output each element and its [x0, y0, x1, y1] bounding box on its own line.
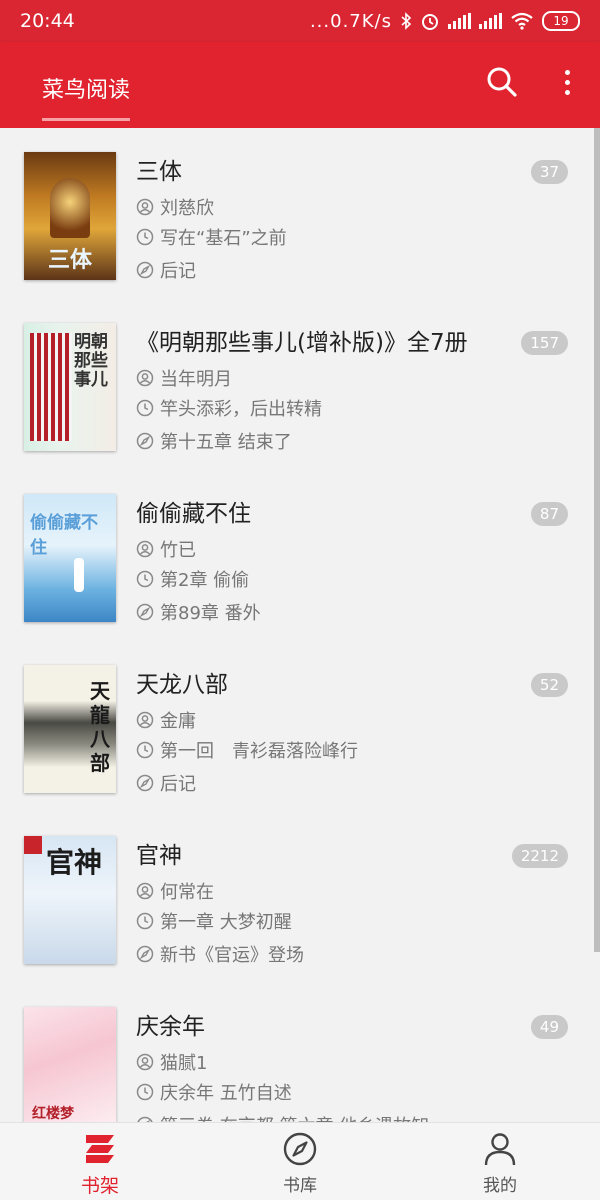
- signal-icon: [448, 13, 471, 29]
- person-icon: [136, 711, 154, 729]
- wifi-icon: [511, 12, 533, 30]
- status-time: 20:44: [20, 10, 75, 32]
- compass-icon: [136, 774, 154, 792]
- bookshelf-list[interactable]: 三体 三体 刘慈欣 写在“基石”之前 后记 37 明朝那些事儿 《明朝那些事儿(…: [0, 128, 600, 1122]
- book-cover: 红楼梦: [24, 1007, 116, 1122]
- book-cover: 官神: [24, 836, 116, 964]
- book-recent-chapter: 第一章 大梦初醒: [136, 908, 292, 934]
- person-icon: [484, 1133, 516, 1166]
- signal-icon: [479, 13, 502, 29]
- person-icon: [136, 882, 154, 900]
- nav-label: 我的: [483, 1176, 517, 1196]
- cover-title: 红楼梦: [32, 1106, 74, 1122]
- person-icon: [136, 198, 154, 216]
- book-cover: 天龍八部: [24, 665, 116, 793]
- nav-library[interactable]: 书库: [200, 1123, 400, 1200]
- book-item[interactable]: 红楼梦 庆余年 猫腻1 庆余年 五竹自述 第三卷 在京都 第六章 他乡遇故知 4…: [0, 983, 592, 1122]
- book-latest-chapter: 后记: [136, 770, 196, 796]
- status-indicators: ...0.7K/s 19: [310, 11, 580, 32]
- clock-icon: [136, 1083, 154, 1101]
- book-author: 金庸: [136, 707, 196, 733]
- book-item[interactable]: 偷偷藏不住 偷偷藏不住 竹已 第2章 偷偷 第89章 番外 87: [0, 470, 592, 641]
- book-author: 竹已: [136, 536, 196, 562]
- cover-title: 天龍八部: [90, 679, 110, 775]
- alarm-icon: [422, 14, 438, 30]
- book-recent-chapter: 庆余年 五竹自述: [136, 1079, 292, 1105]
- bluetooth-icon: [401, 12, 412, 30]
- book-title: 三体: [136, 159, 182, 185]
- unread-count-badge: 52: [530, 673, 568, 697]
- unread-count-badge: 87: [530, 502, 568, 526]
- book-latest-chapter: 第三卷 在京都 第六章 他乡遇故知: [136, 1112, 429, 1122]
- clock-icon: [136, 228, 154, 246]
- cover-title: 三体: [47, 247, 92, 273]
- nav-label: 书架: [80, 1175, 119, 1197]
- bottom-navigation: 书架 书库 我的: [0, 1122, 600, 1200]
- unread-count-badge: 49: [530, 1015, 568, 1039]
- book-author: 何常在: [136, 878, 214, 904]
- clock-icon: [136, 570, 154, 588]
- book-title: 官神: [136, 843, 182, 869]
- book-title: 天龙八部: [136, 672, 228, 698]
- compass-icon: [136, 432, 154, 450]
- book-title: 《明朝那些事儿(增补版)》全7册: [136, 330, 468, 356]
- book-latest-chapter: 第十五章 结束了: [136, 428, 292, 454]
- status-bar: 20:44 ...0.7K/s 19: [0, 0, 600, 42]
- app-bar: 菜鸟阅读: [0, 42, 600, 128]
- book-latest-chapter: 后记: [136, 257, 196, 283]
- unread-count-badge: 157: [521, 331, 568, 355]
- cover-title: 官神: [46, 846, 103, 879]
- more-vert-icon: [564, 69, 570, 75]
- book-recent-chapter: 写在“基石”之前: [136, 224, 287, 250]
- book-title: 偷偷藏不住: [136, 501, 251, 527]
- clock-icon: [136, 912, 154, 930]
- unread-count-badge: 2212: [511, 844, 568, 868]
- scrollbar[interactable]: [594, 128, 600, 952]
- person-icon: [136, 540, 154, 558]
- book-item[interactable]: 天龍八部 天龙八部 金庸 第一回 青衫磊落险峰行 后记 52: [0, 641, 592, 812]
- cover-title: 偷偷藏不住: [30, 513, 98, 558]
- battery-indicator: 19: [542, 11, 580, 31]
- book-cover: 三体: [24, 152, 116, 280]
- book-recent-chapter: 第一回 青衫磊落险峰行: [136, 737, 358, 763]
- person-icon: [136, 1053, 154, 1071]
- tab-indicator: [42, 118, 130, 121]
- book-author: 刘慈欣: [136, 194, 214, 220]
- unread-count-badge: 37: [530, 160, 568, 184]
- compass-icon: [136, 261, 154, 279]
- book-item[interactable]: 官神 官神 何常在 第一章 大梦初醒 新书《官运》登场 2212: [0, 812, 592, 983]
- book-author: 猫腻1: [136, 1049, 207, 1075]
- compass-icon: [136, 603, 154, 621]
- nav-bookshelf[interactable]: 书架: [0, 1123, 200, 1200]
- compass-icon: [136, 945, 154, 963]
- book-item[interactable]: 三体 三体 刘慈欣 写在“基石”之前 后记 37: [0, 128, 592, 299]
- book-item[interactable]: 明朝那些事儿 《明朝那些事儿(增补版)》全7册 当年明月 竿头添彩，后出转精 第…: [0, 299, 592, 470]
- network-speed: ...0.7K/s: [309, 10, 392, 32]
- book-cover: 偷偷藏不住: [24, 494, 116, 622]
- book-latest-chapter: 第89章 番外: [136, 599, 261, 625]
- nav-profile[interactable]: 我的: [400, 1123, 600, 1200]
- clock-icon: [136, 741, 154, 759]
- book-author: 当年明月: [136, 365, 232, 391]
- app-title[interactable]: 菜鸟阅读: [42, 72, 130, 104]
- book-recent-chapter: 第2章 偷偷: [136, 566, 249, 592]
- person-icon: [136, 369, 154, 387]
- book-cover: 明朝那些事儿: [24, 323, 116, 451]
- book-recent-chapter: 竿头添彩，后出转精: [136, 395, 322, 421]
- clock-icon: [136, 399, 154, 417]
- book-title: 庆余年: [136, 1014, 205, 1040]
- compass-icon: [283, 1132, 317, 1166]
- book-latest-chapter: 新书《官运》登场: [136, 941, 304, 967]
- nav-label: 书库: [283, 1176, 317, 1196]
- cover-title: 明朝那些事儿: [74, 332, 108, 390]
- search-button[interactable]: [484, 64, 520, 100]
- bookshelf-icon: [86, 1135, 114, 1163]
- search-icon: [487, 67, 517, 97]
- more-options-button[interactable]: [552, 64, 582, 100]
